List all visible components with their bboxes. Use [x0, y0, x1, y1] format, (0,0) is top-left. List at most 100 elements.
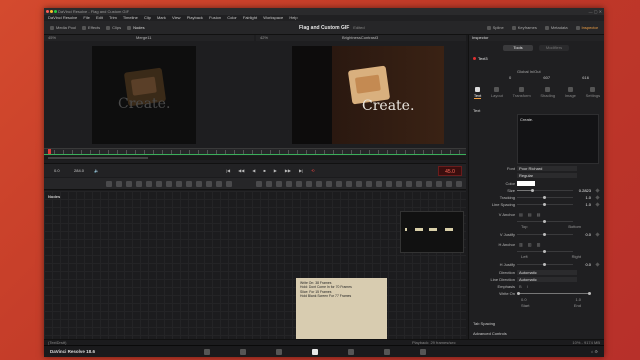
subtab-layout[interactable]: Layout: [491, 85, 503, 99]
section-text-header[interactable]: Text: [473, 108, 480, 113]
subtab-transform[interactable]: Transform: [513, 85, 531, 99]
tool-button[interactable]: [106, 181, 112, 187]
fusion-page-icon[interactable]: [312, 349, 318, 355]
range-start[interactable]: 0.0: [54, 164, 60, 178]
write-on-start-handle[interactable]: [517, 292, 520, 295]
tool-button[interactable]: [116, 181, 122, 187]
left-viewer-zoom[interactable]: 45%: [48, 35, 56, 41]
menu-color[interactable]: Color: [227, 15, 237, 20]
tool-button[interactable]: [156, 181, 162, 187]
effects-button[interactable]: Effects: [82, 25, 100, 30]
menu-playback[interactable]: Playback: [187, 15, 203, 20]
subtab-text[interactable]: Text: [473, 85, 482, 99]
keyframes-button[interactable]: Keyframes: [511, 25, 537, 30]
menu-timeline[interactable]: Timeline: [123, 15, 138, 20]
emphasis-italic-icon[interactable]: I: [527, 284, 528, 289]
tool-button[interactable]: [206, 181, 212, 187]
media-pool-button[interactable]: Media Pool: [50, 25, 76, 30]
close-window-button[interactable]: [46, 10, 49, 13]
global-mid[interactable]: 607: [543, 75, 550, 80]
tool-button[interactable]: [196, 181, 202, 187]
font-dropdown[interactable]: Poor Richard: [517, 166, 577, 171]
size-slider[interactable]: [517, 189, 573, 192]
sticky-note[interactable]: Write On: 38 Frames Hold: Dont Come In f…: [296, 278, 387, 341]
subtab-shading[interactable]: Shading: [540, 85, 555, 99]
menu-edit[interactable]: Edit: [96, 15, 103, 20]
line-direction-dropdown[interactable]: Automatic: [517, 277, 577, 282]
window-controls[interactable]: — ▢ ✕: [589, 8, 602, 15]
v-anchor-mid-icon[interactable]: ▤: [528, 212, 532, 217]
global-out[interactable]: 616: [582, 75, 589, 80]
step-back-button[interactable]: ◀◀: [238, 164, 244, 178]
current-frame[interactable]: 45.0: [438, 166, 462, 176]
h-anchor-right-icon[interactable]: ▥: [537, 242, 541, 247]
stop-button[interactable]: ■: [263, 164, 265, 178]
tracking-value[interactable]: 1.0: [577, 195, 591, 200]
audio-icon[interactable]: 🔈: [94, 164, 99, 178]
minimize-window-button[interactable]: [50, 10, 53, 13]
tool-button[interactable]: [286, 181, 292, 187]
v-justify-slider[interactable]: [517, 233, 573, 236]
section-advanced-controls[interactable]: Advanced Controls: [473, 331, 507, 336]
v-anchor-top-icon[interactable]: ▤: [519, 212, 523, 217]
direction-dropdown[interactable]: Automatic: [517, 270, 577, 275]
write-on-end-value[interactable]: 1.0: [575, 297, 581, 302]
range-end[interactable]: 284.0: [74, 164, 84, 178]
write-on-end-handle[interactable]: [588, 292, 591, 295]
menu-trim[interactable]: Trim: [109, 15, 117, 20]
menu-file[interactable]: File: [83, 15, 89, 20]
tab-modifiers[interactable]: Modifiers: [539, 45, 569, 51]
loop-icon[interactable]: ⟲: [311, 164, 314, 178]
line-spacing-slider[interactable]: [517, 203, 573, 206]
nodes-button[interactable]: Nodes: [127, 25, 145, 30]
tool-button[interactable]: [366, 181, 372, 187]
node-minimap[interactable]: [400, 211, 464, 253]
tool-button[interactable]: [346, 181, 352, 187]
time-ruler[interactable]: [44, 148, 466, 155]
play-reverse-button[interactable]: ◀: [252, 164, 255, 178]
tool-button[interactable]: [126, 181, 132, 187]
metadata-button[interactable]: Metadata: [544, 25, 568, 30]
menu-fairlight[interactable]: Fairlight: [243, 15, 257, 20]
keyframe-icon[interactable]: [595, 232, 600, 237]
h-anchor-center-icon[interactable]: ▥: [528, 242, 532, 247]
tool-button[interactable]: [386, 181, 392, 187]
write-on-range[interactable]: [517, 292, 591, 295]
tool-button[interactable]: [136, 181, 142, 187]
tool-button[interactable]: [166, 181, 172, 187]
write-on-start-value[interactable]: 0.0: [521, 297, 527, 302]
maximize-window-button[interactable]: [54, 10, 57, 13]
fairlight-page-icon[interactable]: [384, 349, 390, 355]
tool-button[interactable]: [216, 181, 222, 187]
tool-button[interactable]: [446, 181, 452, 187]
node-editor[interactable]: Nodes Write On: 38 Frames Hold: Dont Com…: [44, 191, 466, 341]
emphasis-bold-icon[interactable]: B: [519, 284, 522, 289]
home-icon[interactable]: ⌂ ⚙: [591, 346, 598, 358]
tool-button[interactable]: [426, 181, 432, 187]
scrub-bar[interactable]: [44, 156, 466, 160]
keyframe-icon[interactable]: [595, 202, 600, 207]
color-swatch[interactable]: [517, 181, 535, 186]
tool-button[interactable]: [276, 181, 282, 187]
h-justify-value[interactable]: 0.0: [577, 262, 591, 267]
menu-workspace[interactable]: Workspace: [263, 15, 283, 20]
right-viewer-image[interactable]: Create.: [292, 46, 444, 144]
tool-button[interactable]: [376, 181, 382, 187]
size-value[interactable]: 0.2823: [577, 188, 591, 193]
tool-button[interactable]: [456, 181, 462, 187]
edit-page-icon[interactable]: [276, 349, 282, 355]
go-to-end-button[interactable]: ▶|: [299, 164, 303, 178]
tool-button[interactable]: [256, 181, 262, 187]
tool-button[interactable]: [356, 181, 362, 187]
play-button[interactable]: ▶: [274, 164, 277, 178]
keyframe-icon[interactable]: [595, 188, 600, 193]
cut-page-icon[interactable]: [240, 349, 246, 355]
tool-button[interactable]: [296, 181, 302, 187]
inspector-node-name[interactable]: Text3: [473, 56, 488, 61]
deliver-page-icon[interactable]: [420, 349, 426, 355]
subtab-image[interactable]: Image: [565, 85, 576, 99]
v-anchor-slider[interactable]: [517, 220, 573, 223]
global-in[interactable]: 0: [509, 75, 511, 80]
line-spacing-value[interactable]: 1.0: [577, 202, 591, 207]
menu-fusion[interactable]: Fusion: [209, 15, 221, 20]
